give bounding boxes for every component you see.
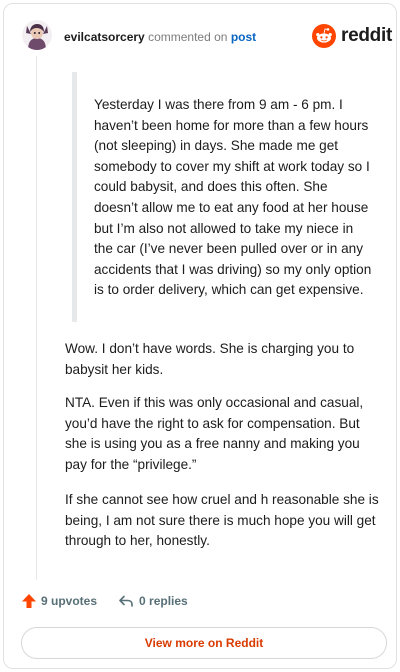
reddit-wordmark: reddit: [341, 25, 392, 46]
thread-line: [36, 56, 37, 580]
reply-button[interactable]: 0 replies: [118, 593, 188, 609]
comment-paragraph: Wow. I don’t have words. She is charging…: [65, 341, 355, 377]
quote-bar: [72, 72, 77, 322]
reddit-logo-icon: [312, 24, 336, 48]
quoted-text: Yesterday I was there from 9 am - 6 pm. …: [94, 97, 372, 298]
post-link[interactable]: post: [231, 30, 256, 44]
reddit-logo[interactable]: reddit: [312, 24, 392, 48]
comment-paragraph: If she cannot see how cruel and h reason…: [65, 492, 379, 549]
upvote-count: 9 upvotes: [41, 594, 98, 608]
upvote-button[interactable]: 9 upvotes: [21, 593, 97, 609]
view-more-button[interactable]: View more on Reddit: [21, 627, 387, 659]
reply-arrow-icon: [119, 595, 133, 607]
comment-card: evilcatsorcery commented on post reddit …: [3, 3, 397, 669]
avatar[interactable]: [22, 20, 52, 50]
comment-header: evilcatsorcery commented on post: [64, 29, 256, 45]
username[interactable]: evilcatsorcery: [64, 30, 145, 44]
comment-actions: 9 upvotes 0 replies: [21, 593, 188, 609]
comment-paragraph: NTA. Even if this was only occasional an…: [65, 395, 364, 472]
avatar-image: [22, 20, 52, 50]
reply-count: 0 replies: [139, 594, 188, 608]
commented-on-text: commented on: [148, 30, 228, 44]
upvote-arrow-icon: [22, 594, 36, 608]
